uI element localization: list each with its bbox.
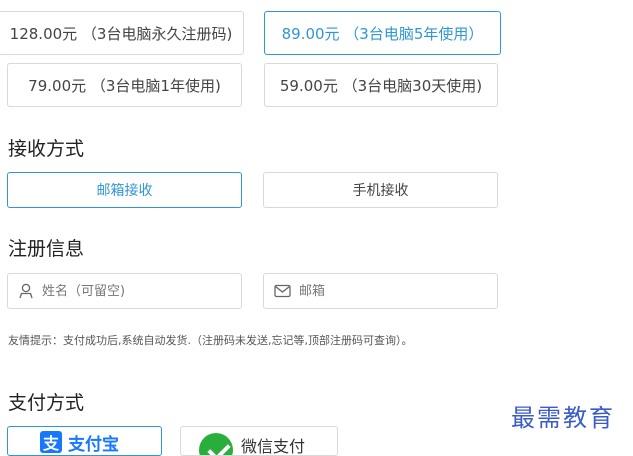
alipay-logo-icon: 支 <box>40 431 62 453</box>
wechat-label: 微信支付 <box>241 437 306 456</box>
email-input[interactable] <box>299 283 469 299</box>
delivery-option-phone[interactable]: 手机接收 <box>263 172 498 208</box>
plan-option-5-year[interactable]: 89.00元 （3台电脑5年使用） <box>264 11 501 55</box>
plan-option-permanent[interactable]: 128.00元 （3台电脑永久注册码) <box>0 11 244 55</box>
name-field <box>7 273 242 309</box>
delivery-option-email[interactable]: 邮箱接收 <box>7 172 242 208</box>
alipay-label: 支付宝 <box>68 435 119 455</box>
watermark: 最需教育 <box>511 404 615 432</box>
payment-section-title: 支付方式 <box>8 392 85 414</box>
plan-option-1-year[interactable]: 79.00元 （3台电脑1年使用) <box>7 63 242 107</box>
payment-option-alipay[interactable]: 支 支付宝 <box>7 426 162 456</box>
email-field <box>263 273 498 309</box>
payment-option-wechat[interactable]: 微信支付 <box>180 426 338 456</box>
mail-icon <box>274 284 291 298</box>
name-input[interactable] <box>42 283 212 299</box>
friendly-hint: 友情提示：支付成功后,系统自动发货.（注册码未发送,忘记等,顶部注册码可查询）。 <box>8 334 413 347</box>
plan-option-30-day[interactable]: 59.00元 （3台电脑30天使用) <box>264 63 498 107</box>
registration-section-title: 注册信息 <box>8 238 85 260</box>
delivery-section-title: 接收方式 <box>8 138 85 160</box>
user-icon <box>19 283 33 299</box>
